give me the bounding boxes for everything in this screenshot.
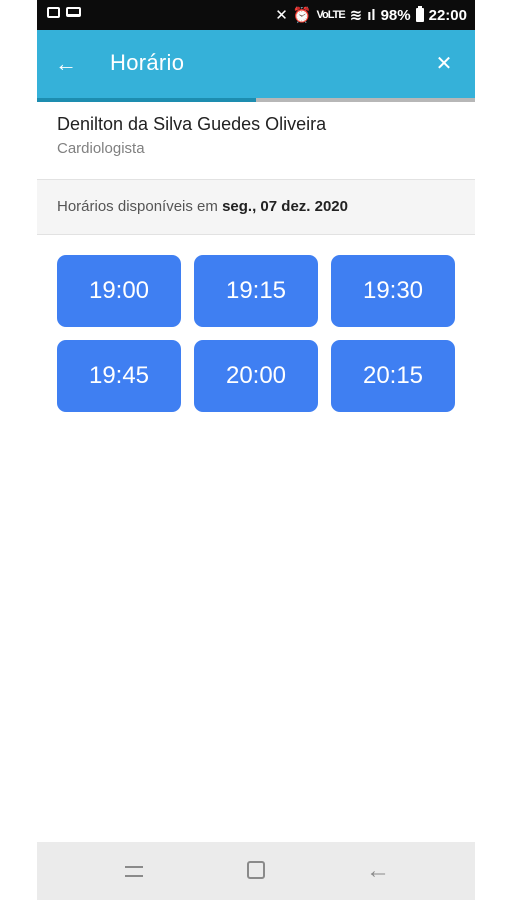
recent-apps-icon[interactable] bbox=[122, 858, 148, 884]
close-button[interactable]: ✕ bbox=[427, 47, 461, 81]
time-slot-button[interactable]: 19:15 bbox=[194, 255, 318, 327]
time-slot-button[interactable]: 20:00 bbox=[194, 340, 318, 412]
volte-label: VoLTE bbox=[316, 9, 345, 21]
alarm-icon: ⏰ bbox=[292, 7, 312, 24]
back-button[interactable]: ← bbox=[49, 47, 83, 81]
time-slot-button[interactable]: 19:00 bbox=[57, 255, 181, 327]
status-right: ✕ ⏰ VoLTE ≋ ıl 98% 22:00 bbox=[275, 0, 467, 30]
status-bar: ✕ ⏰ VoLTE ≋ ıl 98% 22:00 bbox=[37, 0, 475, 30]
signal-icon: ıl bbox=[367, 6, 376, 24]
arrow-left-icon: ← bbox=[55, 51, 77, 76]
doctor-info: Denilton da Silva Guedes Oliveira Cardio… bbox=[57, 112, 326, 157]
time-slot-button[interactable]: 19:30 bbox=[331, 255, 455, 327]
page-title: Horário bbox=[110, 50, 185, 75]
battery-icon bbox=[415, 6, 424, 22]
time-slot-button[interactable]: 19:45 bbox=[57, 340, 181, 412]
time-slot-button[interactable]: 20:15 bbox=[331, 340, 455, 412]
status-time: 22:00 bbox=[428, 6, 467, 24]
progress-fill bbox=[37, 98, 256, 102]
date-header: Horários disponíveis em seg., 07 dez. 20… bbox=[37, 179, 475, 235]
gallery-notification-icon bbox=[47, 7, 60, 18]
close-icon: ✕ bbox=[435, 53, 453, 75]
laptop-notification-icon bbox=[66, 7, 81, 17]
system-nav-bar: ← bbox=[37, 842, 475, 900]
phone-screen: ✕ ⏰ VoLTE ≋ ıl 98% 22:00 ← Horário ✕ Den… bbox=[37, 0, 475, 900]
status-left bbox=[47, 7, 81, 18]
progress-bar bbox=[37, 98, 475, 102]
time-slots-grid: 19:00 19:15 19:30 19:45 20:00 20:15 bbox=[57, 255, 456, 412]
home-icon[interactable] bbox=[244, 858, 270, 884]
system-back-icon[interactable]: ← bbox=[365, 858, 391, 884]
availability-text: Horários disponíveis em seg., 07 dez. 20… bbox=[57, 198, 348, 215]
wifi-icon: ≋ bbox=[349, 7, 363, 24]
mute-icon: ✕ bbox=[275, 7, 288, 24]
battery-percent: 98% bbox=[380, 6, 411, 24]
availability-prefix: Horários disponíveis em bbox=[57, 198, 218, 215]
doctor-name: Denilton da Silva Guedes Oliveira bbox=[57, 114, 327, 134]
app-bar: ← Horário ✕ bbox=[37, 30, 475, 98]
doctor-specialty: Cardiologista bbox=[57, 140, 145, 157]
availability-date: seg., 07 dez. 2020 bbox=[222, 198, 348, 215]
